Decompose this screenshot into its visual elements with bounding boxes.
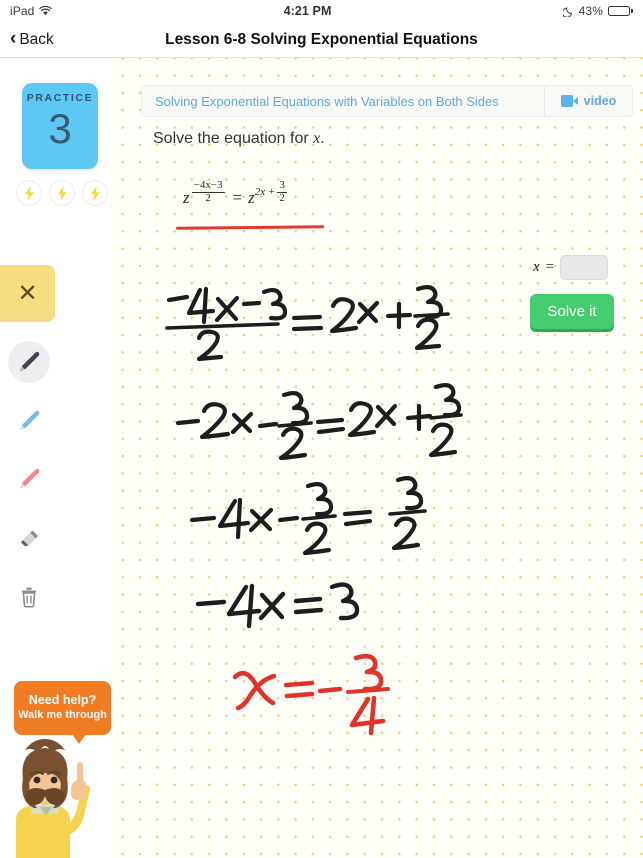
- bolt-icon: [16, 180, 42, 206]
- device-label: iPad: [10, 4, 35, 18]
- page-title: Lesson 6-8 Solving Exponential Equations: [165, 30, 478, 48]
- equation-left-exponent: −4x−3 2: [190, 179, 227, 204]
- back-button[interactable]: ‹ Back: [10, 28, 54, 49]
- equation-right-base: z: [248, 188, 255, 208]
- work-line-3: [189, 475, 450, 558]
- tool-pen-dark[interactable]: [8, 341, 50, 383]
- answer-equals-label: =: [545, 259, 555, 275]
- right-exp-denominator: 2: [279, 191, 285, 204]
- answer-variable-label: x: [533, 259, 540, 275]
- prompt-suffix: .: [320, 130, 325, 147]
- tool-eraser[interactable]: [8, 517, 50, 559]
- solve-it-button[interactable]: Solve it: [530, 294, 614, 329]
- navigation-bar: ‹ Back Lesson 6-8 Solving Exponential Eq…: [0, 22, 643, 58]
- left-exp-numerator: −4x−3: [191, 179, 225, 193]
- practice-label: PRACTICE: [26, 92, 94, 104]
- help-subline: Walk me through: [18, 708, 107, 721]
- tutor-mascot: [0, 734, 110, 858]
- right-exp-lead: 2x +: [254, 186, 276, 199]
- work-line-4: [195, 578, 376, 638]
- back-button-label: Back: [19, 30, 54, 48]
- pencil-icon: [16, 349, 43, 376]
- chevron-left-icon: ‹: [10, 28, 17, 49]
- work-line-5: [230, 653, 405, 736]
- bolt-icon: [49, 180, 75, 206]
- practice-number: 3: [48, 105, 72, 152]
- app-root: iPad 4:21 PM 43% ‹ Back Lesson 6-8 Solvi…: [0, 0, 643, 858]
- trash-icon: [17, 583, 41, 609]
- answer-input[interactable]: [560, 255, 609, 280]
- walk-me-through-button[interactable]: Need help? Walk me through: [14, 681, 111, 744]
- left-exp-denominator: 2: [205, 191, 211, 204]
- ios-status-bar: iPad 4:21 PM 43%: [0, 0, 643, 22]
- tool-pen-blue[interactable]: [8, 400, 50, 442]
- bolt-icon: [82, 180, 108, 206]
- eraser-icon: [16, 525, 43, 552]
- wifi-icon: [39, 6, 53, 16]
- pencil-icon: [16, 408, 43, 435]
- status-left: iPad: [10, 4, 53, 18]
- battery-percent-label: 43%: [578, 4, 603, 18]
- equation-right-exponent: 2x + 3 2: [254, 179, 289, 204]
- lesson-link[interactable]: Solving Exponential Equations with Varia…: [142, 94, 544, 109]
- answer-row: x =: [533, 255, 609, 280]
- battery-icon: [607, 6, 633, 16]
- video-label: video: [583, 94, 617, 108]
- work-line-1: [160, 282, 450, 362]
- equation-left-base: z: [183, 188, 190, 208]
- tool-trash[interactable]: [8, 575, 50, 617]
- lesson-reference-bar[interactable]: Solving Exponential Equations with Varia…: [141, 85, 633, 117]
- help-headline: Need help?: [28, 693, 97, 708]
- moon-icon: [561, 6, 574, 18]
- video-camera-icon: [560, 95, 578, 107]
- prompt-prefix: Solve the equation for: [153, 130, 314, 147]
- equation-relation: =: [232, 188, 243, 208]
- tool-pen-red[interactable]: [8, 458, 50, 500]
- printed-equation: z −4x−3 2 = z 2x + 3 2: [183, 179, 289, 210]
- status-clock: 4:21 PM: [283, 4, 332, 18]
- video-button[interactable]: video: [544, 86, 632, 116]
- status-right: 43%: [561, 4, 633, 18]
- practice-badge: PRACTICE 3: [22, 83, 98, 169]
- problem-prompt: Solve the equation for x.: [153, 130, 325, 148]
- streak-bolts: [16, 180, 108, 206]
- pencil-icon: [16, 466, 43, 493]
- right-exp-numerator: 3: [277, 179, 287, 193]
- close-icon: ✕: [17, 280, 38, 307]
- work-line-2: [175, 382, 463, 465]
- close-toolbar-button[interactable]: ✕: [0, 265, 55, 322]
